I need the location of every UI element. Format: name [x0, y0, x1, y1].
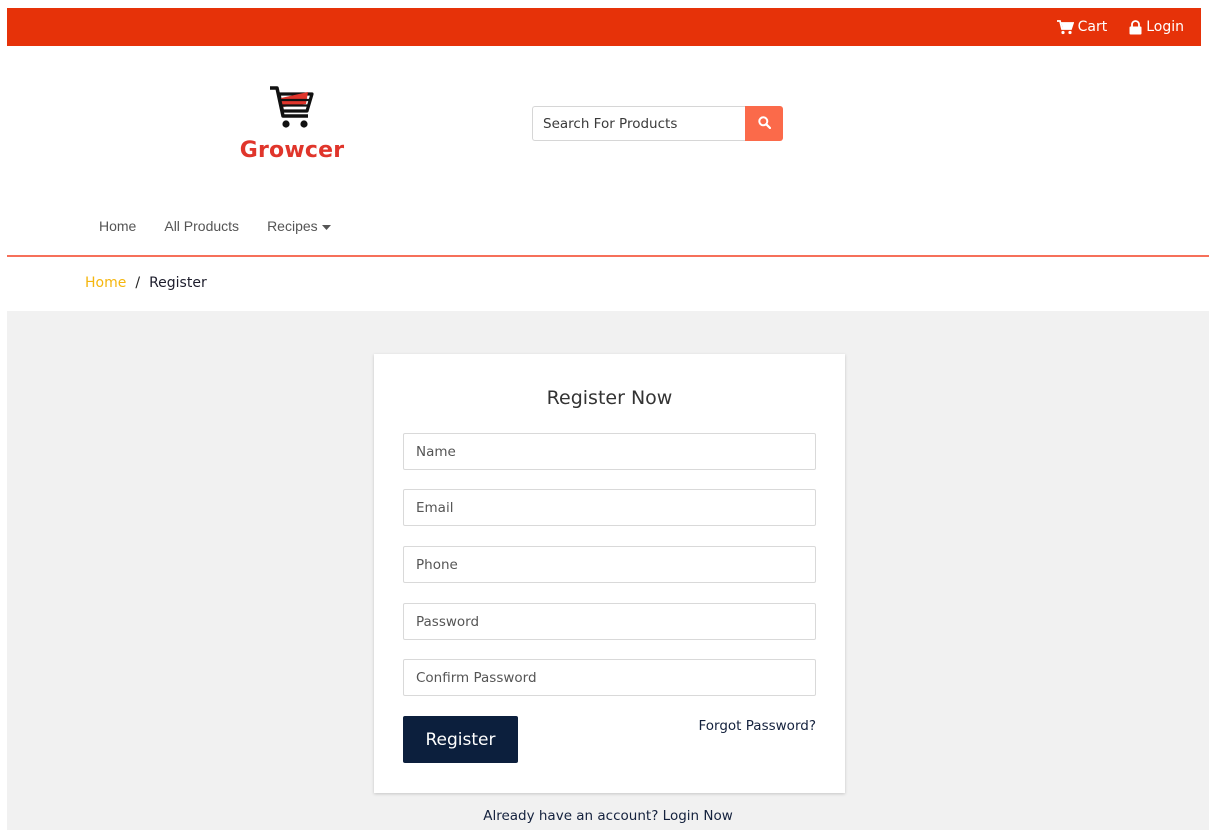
password-field[interactable]: [403, 603, 816, 640]
caret-down-icon: [321, 218, 331, 234]
cart-link[interactable]: Cart: [1056, 19, 1108, 35]
logo-text: Growcer: [239, 138, 345, 163]
cart-label: Cart: [1077, 19, 1108, 35]
search-icon: [757, 115, 771, 132]
nav-item-recipes[interactable]: Recipes: [267, 218, 331, 234]
search-bar: [532, 106, 783, 141]
main-content: Register Now Register Forgot Password? A…: [7, 311, 1209, 830]
register-card: Register Now Register Forgot Password?: [374, 354, 845, 793]
phone-field[interactable]: [403, 546, 816, 583]
name-field[interactable]: [403, 433, 816, 470]
breadcrumb-home[interactable]: Home: [85, 275, 126, 291]
nav-item-label: Recipes: [267, 218, 318, 234]
nav-divider: [7, 255, 1209, 257]
nav-item-label: All Products: [164, 218, 240, 234]
logo[interactable]: Growcer: [236, 84, 348, 164]
nav-item-all-products[interactable]: All Products: [164, 218, 239, 234]
login-label: Login: [1146, 19, 1184, 35]
nav-item-label: Home: [99, 218, 137, 234]
confirm-password-field[interactable]: [403, 659, 816, 696]
breadcrumb: Home / Register: [85, 275, 207, 291]
register-button[interactable]: Register: [403, 716, 518, 763]
top-bar: Cart Login: [7, 8, 1201, 46]
breadcrumb-separator: /: [135, 275, 141, 291]
search-button[interactable]: [745, 106, 783, 141]
login-now-link[interactable]: Login Now: [663, 808, 733, 824]
search-input[interactable]: [532, 106, 745, 141]
nav-item-home[interactable]: Home: [99, 218, 136, 234]
breadcrumb-current: Register: [149, 275, 207, 291]
forgot-password-link[interactable]: Forgot Password?: [699, 718, 817, 734]
login-prompt: Already have an account? Login Now: [7, 808, 1209, 824]
shopping-cart-logo-icon: [236, 84, 348, 136]
main-nav: Home All Products Recipes: [99, 218, 359, 234]
cart-icon: [1056, 19, 1074, 35]
login-prompt-text: Already have an account?: [483, 808, 659, 824]
login-link[interactable]: Login: [1129, 19, 1184, 35]
register-title: Register Now: [546, 387, 673, 409]
lock-icon: [1129, 19, 1142, 35]
email-field[interactable]: [403, 489, 816, 526]
